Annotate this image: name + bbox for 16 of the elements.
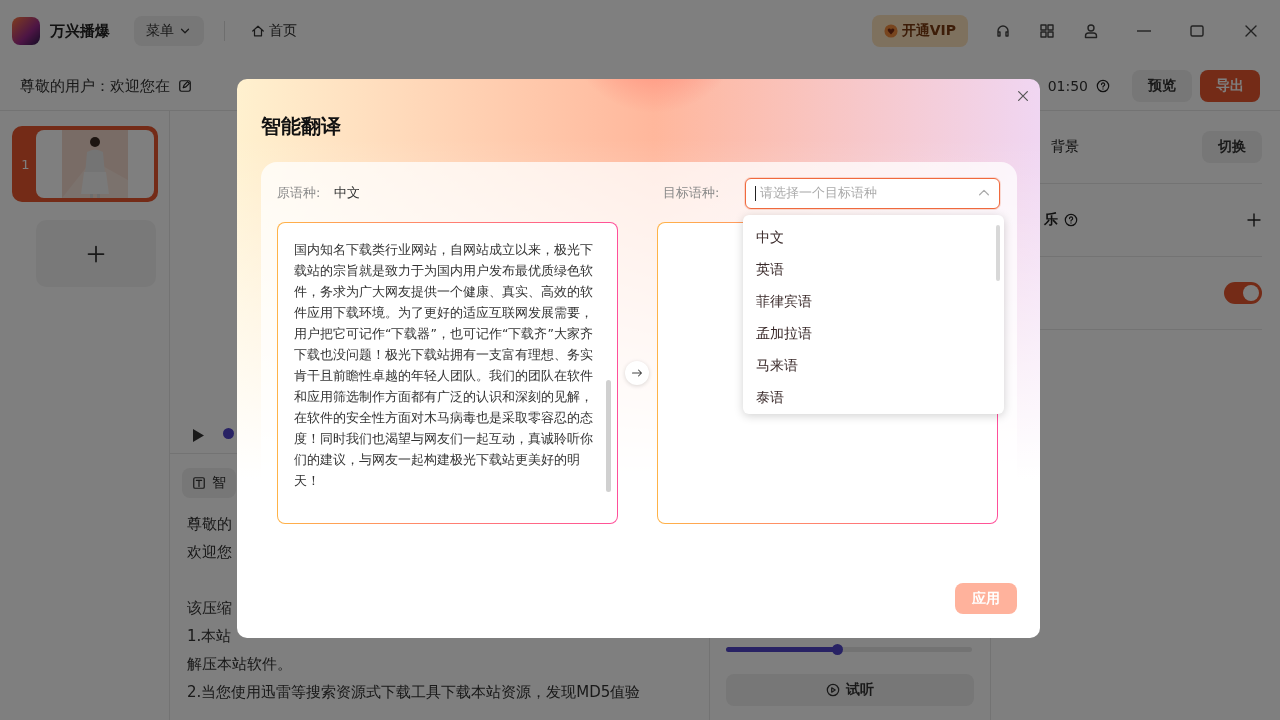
app-name: 万兴播爆 bbox=[50, 21, 110, 41]
duration-text: 01:50 bbox=[1047, 78, 1088, 94]
greeting-text: 尊敬的用户：欢迎您在 bbox=[20, 76, 170, 96]
scene-number: 1 bbox=[20, 156, 31, 172]
dialog-title: 智能翻译 bbox=[261, 113, 341, 140]
script-line: 欢迎您 bbox=[187, 542, 233, 563]
target-language-label: 目标语种: bbox=[663, 184, 720, 202]
script-line: 1.本站 bbox=[187, 626, 233, 647]
script-line: 解压本站软件。 bbox=[187, 654, 293, 675]
script-line: 2.当您使用迅雷等搜索资源式下载工具下载本站资源，发现MD5值验 bbox=[187, 682, 642, 703]
source-language-label: 原语种: bbox=[277, 184, 321, 202]
music-label: 乐 bbox=[1044, 211, 1058, 229]
script-line: 该压缩 bbox=[187, 598, 233, 619]
source-language-value: 中文 bbox=[334, 184, 361, 202]
script-line: 尊敬的 bbox=[187, 514, 233, 535]
background-label: 背景 bbox=[1051, 138, 1079, 156]
